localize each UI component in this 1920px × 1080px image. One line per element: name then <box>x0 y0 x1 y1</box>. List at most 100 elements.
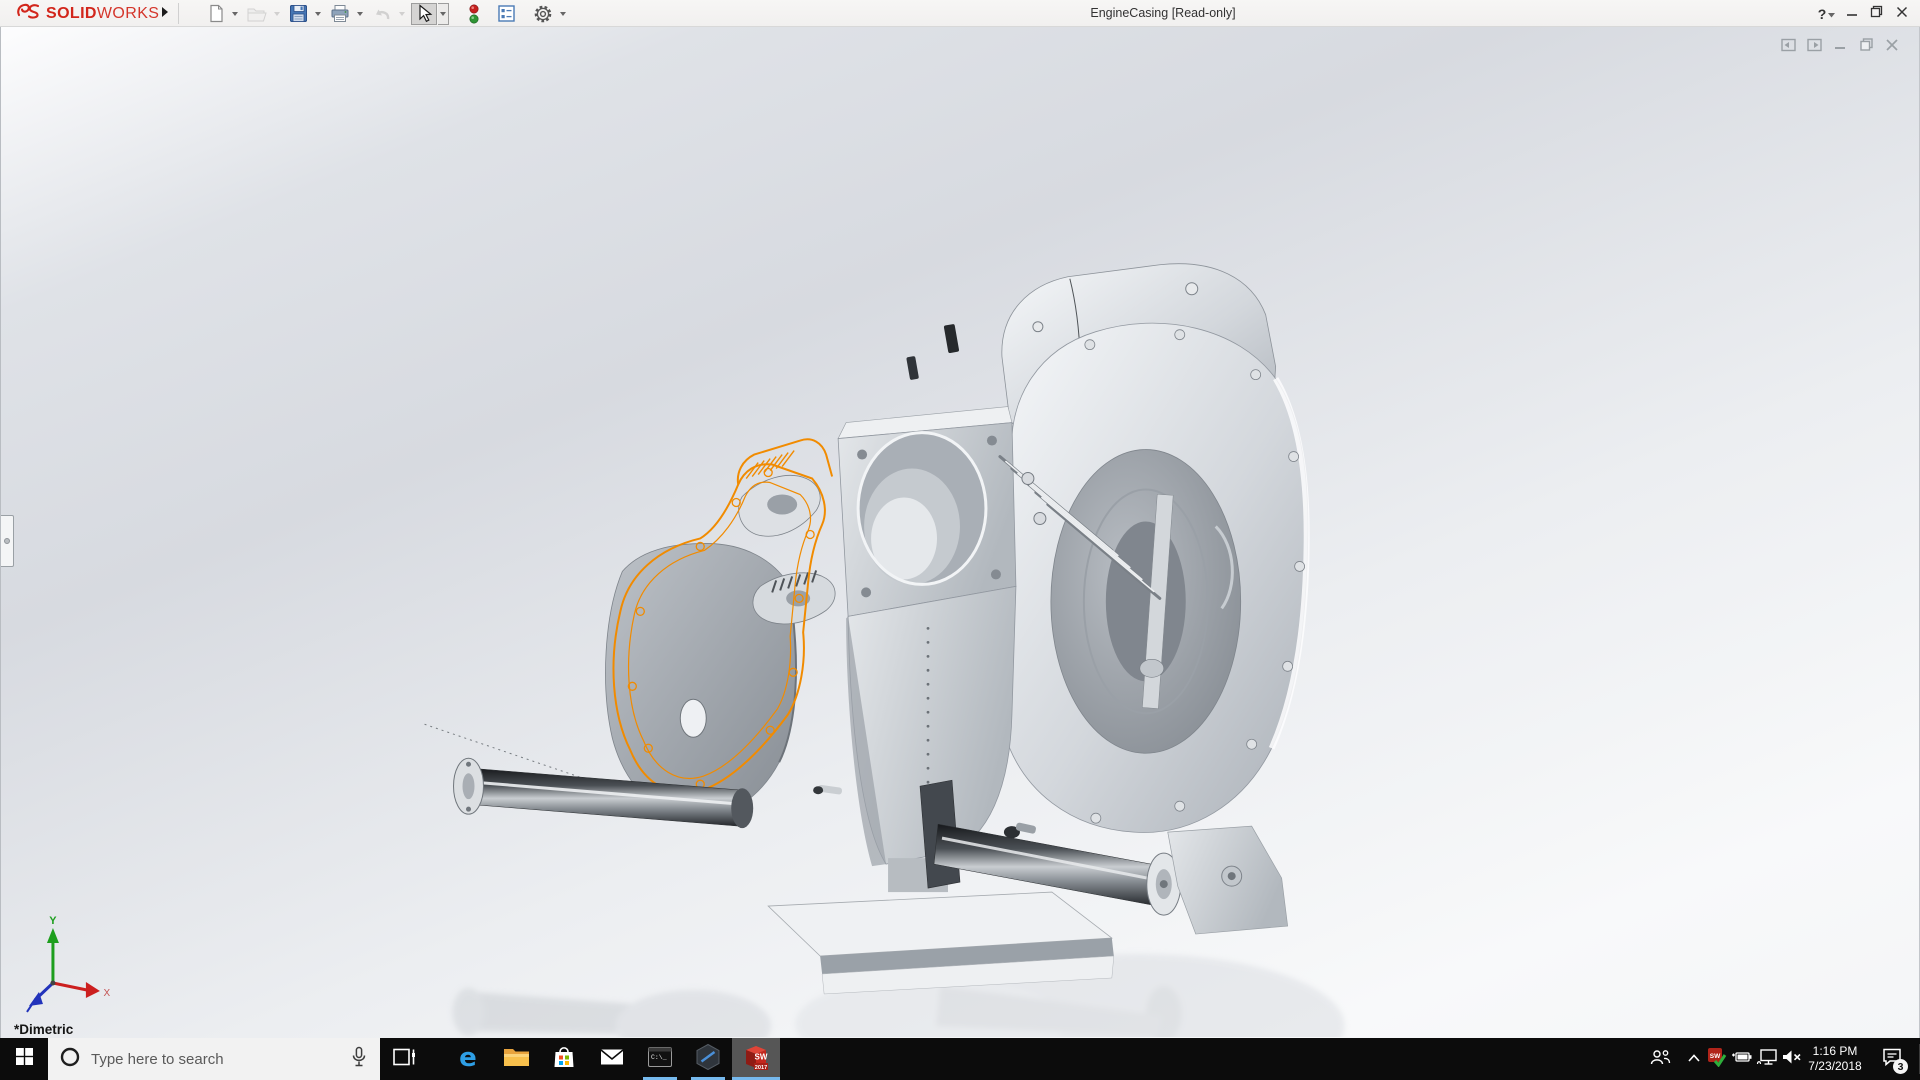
taskbar-app-hexagon[interactable] <box>684 1038 732 1080</box>
help-dropdown-icon <box>1828 5 1835 23</box>
file-explorer-icon <box>503 1045 530 1074</box>
printer-icon <box>330 4 350 23</box>
properties-sheet-icon <box>497 4 516 23</box>
clock-date: 7/23/2018 <box>1808 1059 1861 1074</box>
network-icon <box>1756 1047 1780 1072</box>
file-properties-button[interactable] <box>494 3 519 25</box>
taskbar-app-command-prompt[interactable]: C:\_ <box>636 1038 684 1080</box>
sw-badge-text: SW <box>755 1052 768 1061</box>
open-dropdown[interactable] <box>271 3 282 25</box>
minimize-button[interactable] <box>1839 0 1864 27</box>
restore-button[interactable] <box>1864 0 1889 27</box>
action-center-button[interactable] <box>1872 1038 1912 1080</box>
cursor-arrow-icon <box>416 4 433 23</box>
save-button[interactable] <box>286 3 311 25</box>
new-document-button[interactable] <box>204 3 228 25</box>
open-button[interactable] <box>244 3 270 25</box>
tray-solidworks-monitor[interactable]: SW <box>1706 1038 1728 1080</box>
close-button[interactable] <box>1889 0 1914 27</box>
window-controls: ? <box>1814 0 1914 27</box>
tray-battery-button[interactable] <box>1730 1038 1754 1080</box>
solidworks-window: SOLIDWORKS <box>0 0 1920 1080</box>
pane-right-icon <box>1806 37 1823 58</box>
taskbar-app-edge[interactable]: e <box>444 1038 492 1080</box>
new-document-dropdown[interactable] <box>229 3 240 25</box>
sw-resource-monitor-icon: SW <box>1707 1047 1727 1072</box>
doc-restore-button[interactable] <box>1853 37 1879 57</box>
document-window-controls <box>1775 37 1905 57</box>
menu-flyout-button[interactable] <box>157 4 173 23</box>
graphics-area[interactable]: Y X <box>0 27 1920 1038</box>
undo-dropdown[interactable] <box>396 3 407 25</box>
task-view-icon <box>391 1046 417 1073</box>
rebuild-button[interactable] <box>465 3 483 25</box>
splitter-dot-icon <box>4 538 10 544</box>
taskbar-clock[interactable]: 1:16 PM 7/23/2018 <box>1800 1038 1870 1080</box>
doc-minimize-button[interactable] <box>1827 37 1853 57</box>
open-folder-icon <box>247 5 267 23</box>
collapse-right-pane-button[interactable] <box>1801 37 1827 57</box>
engine-casing[interactable] <box>425 264 1308 994</box>
svg-text:e: e <box>459 1043 477 1071</box>
command-prompt-icon: C:\_ <box>647 1045 673 1074</box>
taskbar-search[interactable] <box>48 1038 380 1080</box>
sw-badge-year: 2017 <box>755 1064 767 1070</box>
microphone-icon[interactable] <box>350 1046 368 1073</box>
start-button[interactable] <box>0 1038 48 1080</box>
view-orientation-label: *Dimetric <box>14 1022 73 1037</box>
close-icon <box>1896 5 1908 23</box>
help-button[interactable]: ? <box>1814 0 1839 27</box>
select-tool-dropdown[interactable] <box>438 3 449 25</box>
traffic-light-icon <box>468 4 480 24</box>
triad-x-label: X <box>104 988 111 999</box>
dassault-systemes-logo-icon <box>16 2 42 25</box>
taskbar-app-solidworks[interactable]: SW 2017 <box>732 1038 780 1080</box>
main-toolbar <box>204 2 572 25</box>
window-title: EngineCasing [Read-only] <box>1090 0 1235 27</box>
collapse-left-pane-button[interactable] <box>1775 37 1801 57</box>
options-dropdown[interactable] <box>557 3 568 25</box>
tray-overflow-chevron[interactable] <box>1684 1038 1704 1080</box>
people-icon <box>1648 1046 1672 1073</box>
engine-casing-model[interactable]: Y X <box>1 27 1919 1037</box>
undo-button[interactable] <box>369 3 395 25</box>
hexagon-app-icon <box>694 1043 722 1076</box>
edge-icon: e <box>454 1043 482 1076</box>
orientation-triad: Y X <box>27 915 111 1012</box>
search-input[interactable] <box>91 1051 350 1068</box>
save-dropdown[interactable] <box>312 3 323 25</box>
windows-taskbar: e <box>0 1038 1920 1080</box>
taskbar-app-store[interactable] <box>540 1038 588 1080</box>
brand-works: WORKS <box>97 5 159 22</box>
chevron-up-icon <box>1687 1050 1701 1068</box>
tray-network-button[interactable] <box>1756 1038 1780 1080</box>
battery-icon <box>1730 1048 1754 1071</box>
gear-icon <box>533 4 553 24</box>
feature-manager-splitter-handle[interactable] <box>1 515 14 567</box>
floppy-disk-icon <box>289 4 308 23</box>
toolbar-separator <box>178 3 179 24</box>
tray-people-button[interactable] <box>1648 1038 1672 1080</box>
doc-minimize-icon <box>1833 38 1847 57</box>
task-view-button[interactable] <box>380 1038 428 1080</box>
taskbar-app-file-explorer[interactable] <box>492 1038 540 1080</box>
cmd-prompt-text: C:\_ <box>651 1054 667 1061</box>
select-tool-button[interactable] <box>411 3 437 25</box>
cortana-icon <box>59 1046 81 1073</box>
doc-close-icon <box>1885 38 1899 57</box>
triad-y-label: Y <box>49 915 57 927</box>
taskbar-app-mail[interactable] <box>588 1038 636 1080</box>
notification-badge: 3 <box>1893 1059 1908 1074</box>
restore-icon <box>1870 5 1883 23</box>
options-button[interactable] <box>530 3 556 25</box>
app-titlebar: SOLIDWORKS <box>0 0 1920 27</box>
pane-left-icon <box>1780 37 1797 58</box>
microsoft-store-icon <box>551 1044 577 1075</box>
solidworks-logo: SOLIDWORKS <box>16 3 159 24</box>
print-button[interactable] <box>327 3 353 25</box>
mail-icon <box>599 1046 625 1073</box>
clock-time: 1:16 PM <box>1813 1044 1858 1059</box>
print-dropdown[interactable] <box>354 3 365 25</box>
doc-close-button[interactable] <box>1879 37 1905 57</box>
solidworks-2017-icon: SW 2017 <box>741 1042 771 1077</box>
